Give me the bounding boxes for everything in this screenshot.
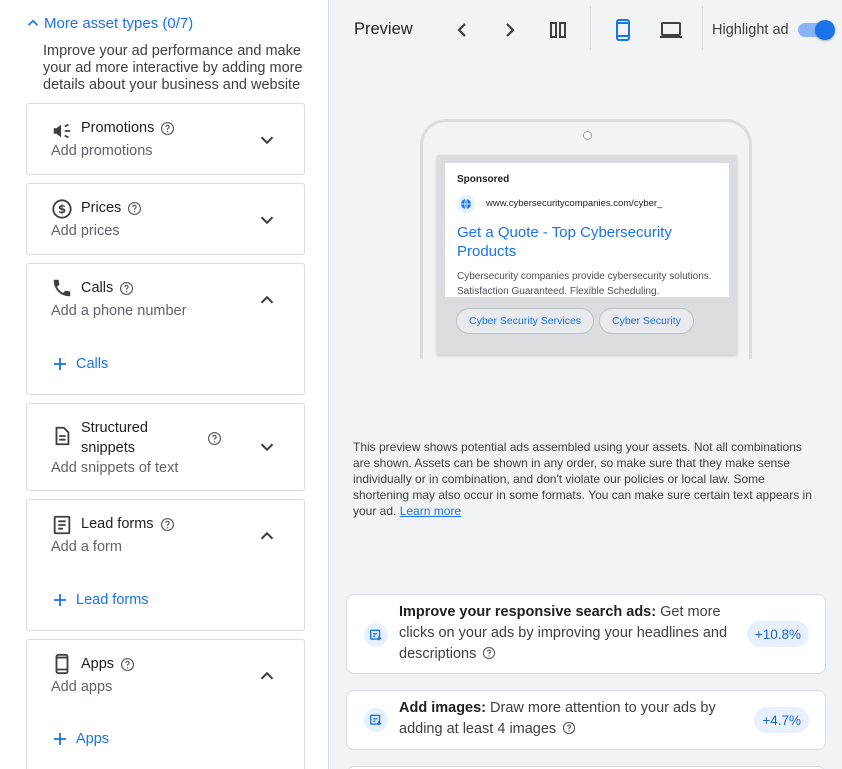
apps-subtitle: Add apps <box>51 679 113 695</box>
apps-title: Apps <box>81 656 135 672</box>
chevron-down-icon[interactable] <box>256 129 278 151</box>
lead-forms-subtitle: Add a form <box>51 539 122 555</box>
add-calls-button[interactable]: Calls <box>51 355 108 373</box>
mobile-icon <box>55 653 69 675</box>
preview-disclaimer: This preview shows potential ads assembl… <box>353 440 812 518</box>
help-icon[interactable] <box>482 646 496 660</box>
add-apps-button[interactable]: Apps <box>51 730 109 748</box>
structured-snippets-title: Structured snippets <box>81 418 231 458</box>
dollar-circle-icon: $ <box>52 199 72 219</box>
calls-subtitle: Add a phone number <box>51 303 187 319</box>
ad-preview-frame: Sponsored www.cybersecuritycompanies.com… <box>437 155 737 355</box>
sitelink-chip[interactable]: Cyber Security <box>599 308 694 334</box>
learn-more-link[interactable]: Learn more <box>400 504 461 518</box>
help-icon[interactable] <box>160 121 175 136</box>
recommendation-card[interactable]: Add images: Draw more attention to your … <box>346 690 826 750</box>
help-icon[interactable] <box>127 201 142 216</box>
chevron-up-icon[interactable] <box>256 289 278 311</box>
ad-edit-icon <box>364 708 388 732</box>
sponsored-label: Sponsored <box>457 174 510 185</box>
help-icon[interactable] <box>119 281 134 296</box>
ad-headline[interactable]: Get a Quote - Top Cybersecurity Products <box>457 223 707 261</box>
desktop-view-icon[interactable] <box>659 18 683 42</box>
asset-types-panel: More asset types (0/7) Improve your ad p… <box>0 0 329 769</box>
ad-edit-icon <box>364 623 388 647</box>
calls-title: Calls <box>81 280 134 296</box>
apps-card: Apps Add apps Apps <box>26 639 305 769</box>
toolbar-divider <box>702 6 703 50</box>
help-icon[interactable] <box>207 431 222 446</box>
sitelink-chip[interactable]: Cyber Security Services <box>456 308 595 334</box>
phone-icon <box>53 279 71 297</box>
more-asset-types-toggle[interactable]: More asset types (0/7) <box>24 14 193 32</box>
uplift-badge: +10.8% <box>746 621 809 647</box>
more-asset-types-label: More asset types (0/7) <box>44 14 194 32</box>
phone-camera <box>583 131 592 140</box>
toggle-knob <box>815 20 835 40</box>
asset-types-intro: Improve your ad performance and make you… <box>43 43 303 93</box>
prices-title: Prices <box>81 200 142 216</box>
promotions-title: Promotions <box>81 120 175 136</box>
calls-card: Calls Add a phone number Calls <box>26 263 305 395</box>
columns-icon[interactable] <box>546 18 570 42</box>
highlight-ad-toggle[interactable] <box>796 20 836 40</box>
preview-panel: Preview Highlight ad Sponsored www.cyber… <box>330 0 842 769</box>
chevron-up-icon[interactable] <box>256 665 278 687</box>
structured-snippets-card: Structured snippets Add snippets of text <box>26 403 305 491</box>
ad-description: Cybersecurity companies provide cybersec… <box>457 271 712 297</box>
ad-preview: Sponsored www.cybersecuritycompanies.com… <box>445 163 729 297</box>
recommendation-card[interactable]: Improve your responsive search ads: Get … <box>346 594 826 674</box>
highlight-ad-label: Highlight ad <box>712 22 789 38</box>
chevron-left-icon[interactable] <box>450 18 474 42</box>
add-lead-forms-button[interactable]: Lead forms <box>51 591 149 609</box>
globe-icon <box>457 195 475 213</box>
chevron-right-icon[interactable] <box>498 18 522 42</box>
promotions-card: Promotions Add promotions <box>26 103 305 175</box>
plus-icon <box>54 358 66 370</box>
chevron-up-icon <box>27 19 39 26</box>
ad-display-url: www.cybersecuritycompanies.com/cyber_ <box>486 198 663 209</box>
help-icon[interactable] <box>562 721 576 735</box>
svg-text:$: $ <box>58 202 66 216</box>
preview-title: Preview <box>354 20 413 38</box>
uplift-badge: +4.7% <box>754 707 809 733</box>
form-icon <box>53 515 71 535</box>
recommendation-text: Add images: Draw more attention to your … <box>399 700 716 737</box>
phone-preview: Sponsored www.cybersecuritycompanies.com… <box>420 119 752 359</box>
promotions-subtitle: Add promotions <box>51 143 153 159</box>
toolbar-divider <box>590 6 591 50</box>
lead-forms-card: Lead forms Add a form Lead forms <box>26 499 305 631</box>
structured-snippets-subtitle: Add snippets of text <box>51 460 179 476</box>
chevron-down-icon[interactable] <box>256 436 278 458</box>
plus-icon <box>54 733 66 745</box>
recommendation-text: Improve your responsive search ads: Get … <box>399 604 728 662</box>
mobile-view-icon[interactable] <box>611 18 635 42</box>
prices-subtitle: Add prices <box>51 223 120 239</box>
help-icon[interactable] <box>160 517 175 532</box>
help-icon[interactable] <box>120 657 135 672</box>
lead-forms-title: Lead forms <box>81 516 175 532</box>
megaphone-icon <box>53 123 71 139</box>
prices-card: $ Prices Add prices <box>26 183 305 255</box>
snippet-icon <box>55 426 70 446</box>
plus-icon <box>54 594 66 606</box>
preview-toolbar: Preview Highlight ad <box>330 0 842 60</box>
chevron-up-icon[interactable] <box>256 525 278 547</box>
chevron-down-icon[interactable] <box>256 209 278 231</box>
